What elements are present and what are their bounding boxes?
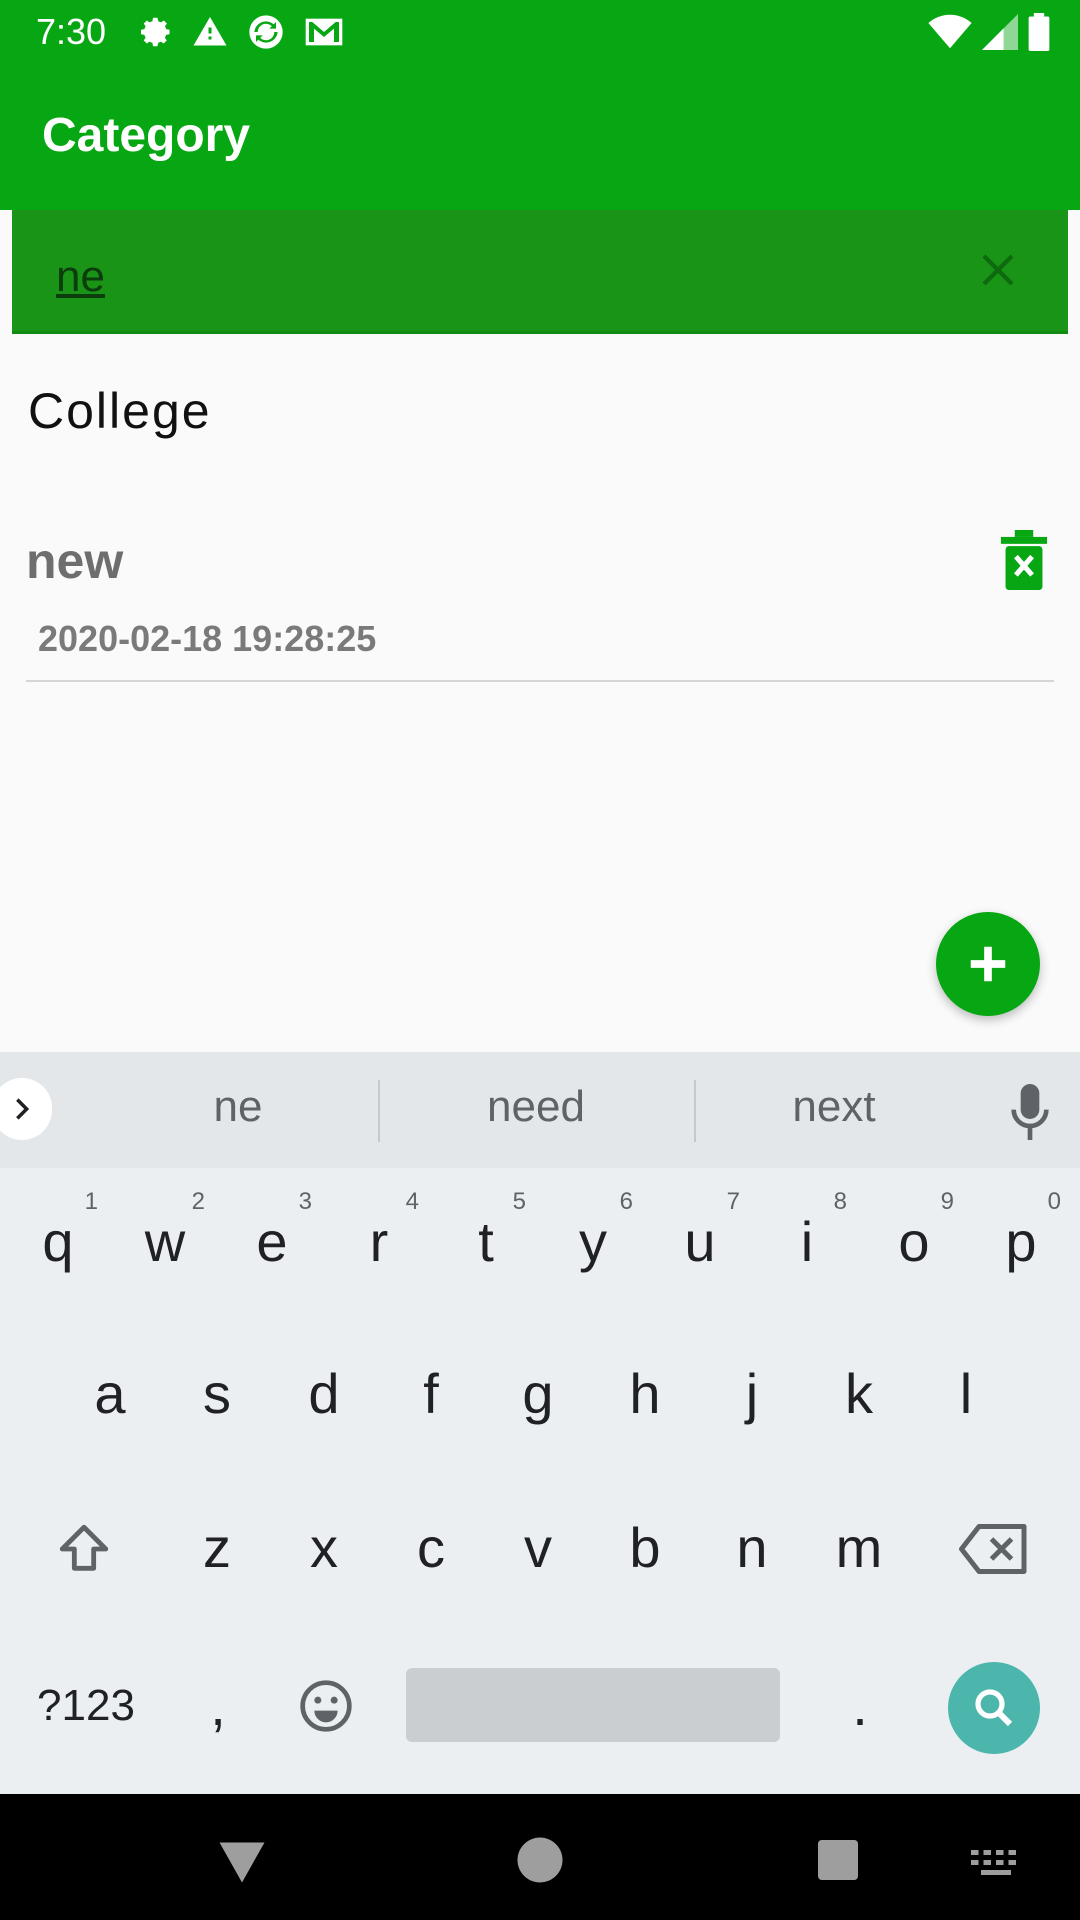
key-q[interactable]: q1: [8, 1182, 108, 1302]
key-n[interactable]: n: [702, 1488, 802, 1608]
key-h[interactable]: h: [595, 1334, 695, 1454]
suggestion-1[interactable]: ne: [118, 1082, 358, 1132]
chevron-right-icon: [16, 1098, 30, 1120]
key-r[interactable]: r4: [329, 1182, 429, 1302]
item-date: 2020-02-18 19:28:25: [38, 618, 377, 659]
key-z[interactable]: z: [167, 1488, 267, 1608]
shift-key[interactable]: [34, 1488, 134, 1608]
search-icon: [975, 1689, 1013, 1727]
key-d[interactable]: d: [274, 1334, 374, 1454]
emoji-key[interactable]: [276, 1646, 376, 1766]
key-y[interactable]: y6: [543, 1182, 643, 1302]
key-a[interactable]: a: [60, 1334, 160, 1454]
back-icon[interactable]: [212, 1830, 272, 1890]
item-title: new: [26, 533, 124, 589]
category-header: College: [28, 383, 212, 439]
add-category-button[interactable]: [936, 912, 1040, 1016]
sync-icon: [249, 15, 283, 49]
suggestion-expand-button[interactable]: [0, 1078, 52, 1140]
list-item[interactable]: new 2020-02-18 19:28:25: [26, 520, 1054, 682]
key-s[interactable]: s: [167, 1334, 267, 1454]
key-l[interactable]: l: [916, 1334, 1016, 1454]
battery-icon: [1028, 13, 1050, 51]
key-t[interactable]: t5: [436, 1182, 536, 1302]
cellular-icon: [982, 14, 1018, 50]
suggestion-2[interactable]: need: [416, 1082, 656, 1132]
period-key[interactable]: .: [810, 1646, 910, 1766]
symbols-key[interactable]: ?123: [26, 1646, 146, 1766]
suggestion-bar: ne need next: [0, 1052, 1080, 1168]
backspace-icon: [959, 1524, 1027, 1574]
keyboard-switch-icon[interactable]: [966, 1830, 1026, 1890]
close-icon[interactable]: [974, 246, 1022, 294]
warning-icon: [193, 17, 227, 46]
key-m[interactable]: m: [809, 1488, 909, 1608]
status-time: 7:30: [36, 11, 107, 52]
key-v[interactable]: v: [488, 1488, 588, 1608]
key-p[interactable]: p0: [971, 1182, 1071, 1302]
suggestion-3[interactable]: next: [714, 1082, 954, 1132]
gmail-icon: [305, 18, 343, 46]
key-k[interactable]: k: [809, 1334, 909, 1454]
app-bar: Category: [0, 64, 1080, 210]
gear-icon: [141, 17, 170, 47]
suggestion-divider: [694, 1080, 696, 1142]
key-w[interactable]: w2: [115, 1182, 215, 1302]
key-i[interactable]: i8: [757, 1182, 857, 1302]
plus-icon: [970, 946, 1006, 982]
status-icons-right: [928, 12, 1050, 52]
page-title: Category: [42, 109, 251, 162]
home-icon[interactable]: [510, 1830, 570, 1890]
keyboard-search-button[interactable]: [948, 1662, 1040, 1754]
key-g[interactable]: g: [488, 1334, 588, 1454]
key-o[interactable]: o9: [864, 1182, 964, 1302]
key-e[interactable]: e3: [222, 1182, 322, 1302]
backspace-key[interactable]: [944, 1488, 1044, 1608]
soft-keyboard: ne need next q1 w2 e3 r4 t5 y6 u7 i8 o9 …: [0, 1052, 1080, 1794]
suggestion-divider: [378, 1080, 380, 1142]
key-j[interactable]: j: [702, 1334, 802, 1454]
status-icons-left: [138, 12, 344, 52]
delete-x-icon[interactable]: [1000, 530, 1048, 590]
key-u[interactable]: u7: [650, 1182, 750, 1302]
status-bar: 7:30: [0, 0, 1080, 64]
wifi-icon: [928, 14, 972, 49]
search-input[interactable]: [54, 248, 918, 306]
shift-icon: [59, 1524, 109, 1571]
emoji-icon: [300, 1680, 352, 1732]
comma-key[interactable]: ,: [168, 1646, 268, 1766]
search-box: [12, 210, 1068, 334]
key-f[interactable]: f: [381, 1334, 481, 1454]
navigation-bar: [0, 1794, 1080, 1920]
microphone-icon[interactable]: [1010, 1084, 1050, 1140]
key-b[interactable]: b: [595, 1488, 695, 1608]
key-x[interactable]: x: [274, 1488, 374, 1608]
key-c[interactable]: c: [381, 1488, 481, 1608]
space-key[interactable]: [406, 1668, 780, 1742]
recents-icon[interactable]: [808, 1830, 868, 1890]
